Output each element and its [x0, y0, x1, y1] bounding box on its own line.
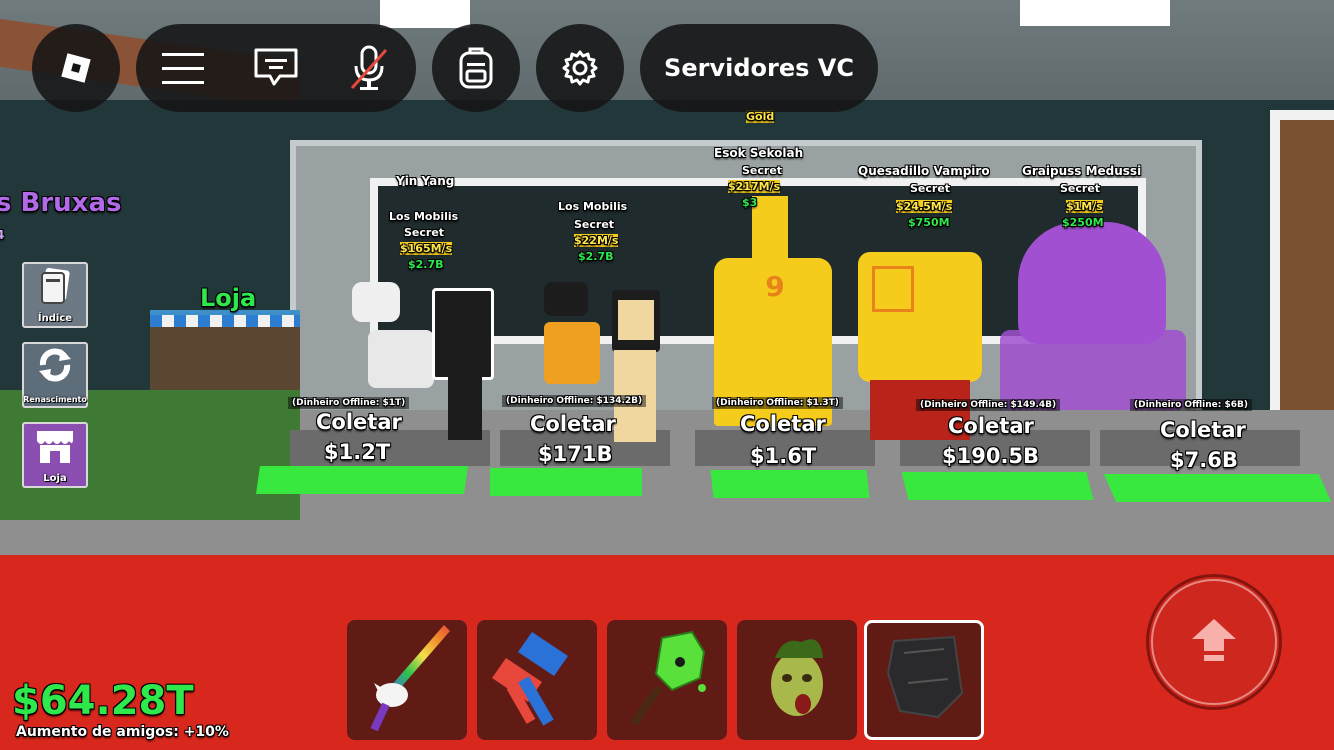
area-sign-sub: 4 — [0, 228, 5, 242]
brainrot-price: $3 — [742, 196, 758, 209]
world-shop-sign: Loja — [200, 284, 257, 312]
hotbar-slot-4[interactable] — [737, 620, 857, 740]
collect-button[interactable]: Coletar — [948, 414, 1034, 438]
jump-button[interactable] — [1146, 574, 1282, 710]
brainrot-wifi-icon — [352, 282, 400, 322]
brainrot-price: $2.7B — [578, 250, 614, 263]
brainrot-character[interactable] — [1018, 222, 1166, 344]
voice-servers-label: Servidores VC — [664, 54, 854, 82]
storefront-icon — [35, 427, 75, 469]
shop-awning — [150, 315, 300, 327]
black-cape-icon — [884, 633, 964, 727]
brainrot-rate: $217M/s — [728, 180, 781, 193]
brainrot-character[interactable] — [544, 322, 600, 384]
brainrot-legs — [448, 374, 482, 440]
medusa-head-icon — [757, 628, 837, 732]
area-sign: s Bruxas — [0, 188, 122, 218]
gear-icon — [550, 38, 610, 98]
topbar-group — [136, 24, 416, 112]
brainrot-rarity: Secret — [404, 226, 445, 239]
brainrot-rarity: Secret — [1060, 182, 1101, 195]
clock-number — [872, 266, 914, 312]
backpack-icon — [446, 38, 506, 98]
offline-money: (Dinheiro Offline: $6B) — [1130, 392, 1252, 411]
offline-money: (Dinheiro Offline: $1.3T) — [712, 390, 843, 409]
brainrot-wifi-icon — [544, 282, 588, 316]
collect-pad[interactable] — [1103, 474, 1332, 502]
stand-money: $171B — [538, 442, 613, 466]
brainrot-character[interactable] — [368, 330, 434, 388]
brainrot-name: Los Mobilis — [558, 200, 628, 213]
rebirth-button[interactable]: Renascimento — [22, 342, 88, 408]
brainrot-rate: $22M/s — [574, 234, 619, 247]
collect-button[interactable]: Coletar — [316, 410, 402, 434]
collect-pad[interactable] — [256, 466, 468, 494]
refresh-icon — [35, 345, 75, 389]
brainrot-rarity: Secret — [910, 182, 951, 195]
skull-face — [618, 300, 654, 340]
stand-money: $7.6B — [1170, 448, 1238, 472]
settings-button[interactable] — [536, 24, 624, 112]
collect-button[interactable]: Coletar — [740, 412, 826, 436]
brainrot-rate: $24.5M/s — [896, 200, 953, 213]
ceiling-light — [1020, 0, 1170, 26]
index-button[interactable]: Índice — [22, 262, 88, 328]
hotbar-slot-5-selected[interactable] — [864, 620, 984, 740]
brainrot-rarity: Secret — [574, 218, 615, 231]
microphone-muted-icon[interactable] — [339, 38, 399, 98]
shop-button[interactable]: Loja — [22, 422, 88, 488]
hotbar-slot-1[interactable] — [347, 620, 467, 740]
blue-red-hammer-icon — [492, 628, 582, 732]
stand-money: $190.5B — [942, 444, 1040, 468]
brainrot-price: $250M — [1062, 216, 1104, 229]
book-icon — [38, 267, 72, 309]
hotbar-slot-3[interactable] — [607, 620, 727, 740]
ceiling-light — [380, 0, 470, 28]
offline-money: (Dinheiro Offline: $1T) — [288, 390, 410, 409]
brainrot-name: Graipuss Medussi — [1022, 164, 1142, 178]
collect-button[interactable]: Coletar — [1160, 418, 1246, 442]
hotbar-slot-2[interactable] — [477, 620, 597, 740]
green-slime-glove-icon — [622, 628, 712, 732]
stand-money: $1.2T — [324, 440, 391, 464]
brainrot-name: Quesadillo Vampiro — [858, 164, 990, 178]
brainrot-rarity: Secret — [742, 164, 783, 177]
player-money: $64.28T — [12, 678, 194, 724]
brainrot-character[interactable] — [432, 288, 494, 380]
brainrot-name: Los Mobilis — [389, 210, 459, 223]
brainrot-name: Yin Yang — [396, 174, 455, 188]
collect-pad[interactable] — [490, 468, 642, 496]
unicorn-sword-icon — [362, 623, 452, 737]
brainrot-rate: $1M/s — [1066, 200, 1103, 213]
voice-servers-button[interactable]: Servidores VC — [640, 24, 878, 112]
roblox-logo-icon — [46, 38, 106, 98]
rebirth-label: Renascimento — [23, 395, 87, 404]
chat-icon[interactable] — [246, 38, 306, 98]
brainrot-rate: $165M/s — [400, 242, 453, 255]
stand-money: $1.6T — [750, 444, 817, 468]
backpack-button[interactable] — [432, 24, 520, 112]
brainrot-name: Esok Sekolah — [714, 146, 804, 160]
collect-button[interactable]: Coletar — [530, 412, 616, 436]
jump-arrow-icon — [1190, 617, 1238, 667]
collect-pad[interactable] — [710, 470, 870, 498]
collect-pad[interactable] — [901, 472, 1094, 500]
brainrot-price: $750M — [908, 216, 950, 229]
hamburger-menu-icon[interactable] — [153, 38, 213, 98]
roblox-menu-button[interactable] — [32, 24, 120, 112]
offline-money: (Dinheiro Offline: $149.4B) — [916, 392, 1061, 411]
clock-number: 9 — [765, 270, 785, 303]
index-label: Índice — [37, 313, 73, 324]
school-tower — [752, 196, 788, 266]
brainrot-price: $2.7B — [408, 258, 444, 271]
shop-label: Loja — [43, 473, 67, 484]
wall-picture — [1270, 110, 1334, 430]
friends-boost: Aumento de amigos: +10% — [16, 724, 229, 740]
jump-button-ring — [1151, 579, 1277, 705]
offline-money: (Dinheiro Offline: $134.2B) — [502, 388, 647, 407]
